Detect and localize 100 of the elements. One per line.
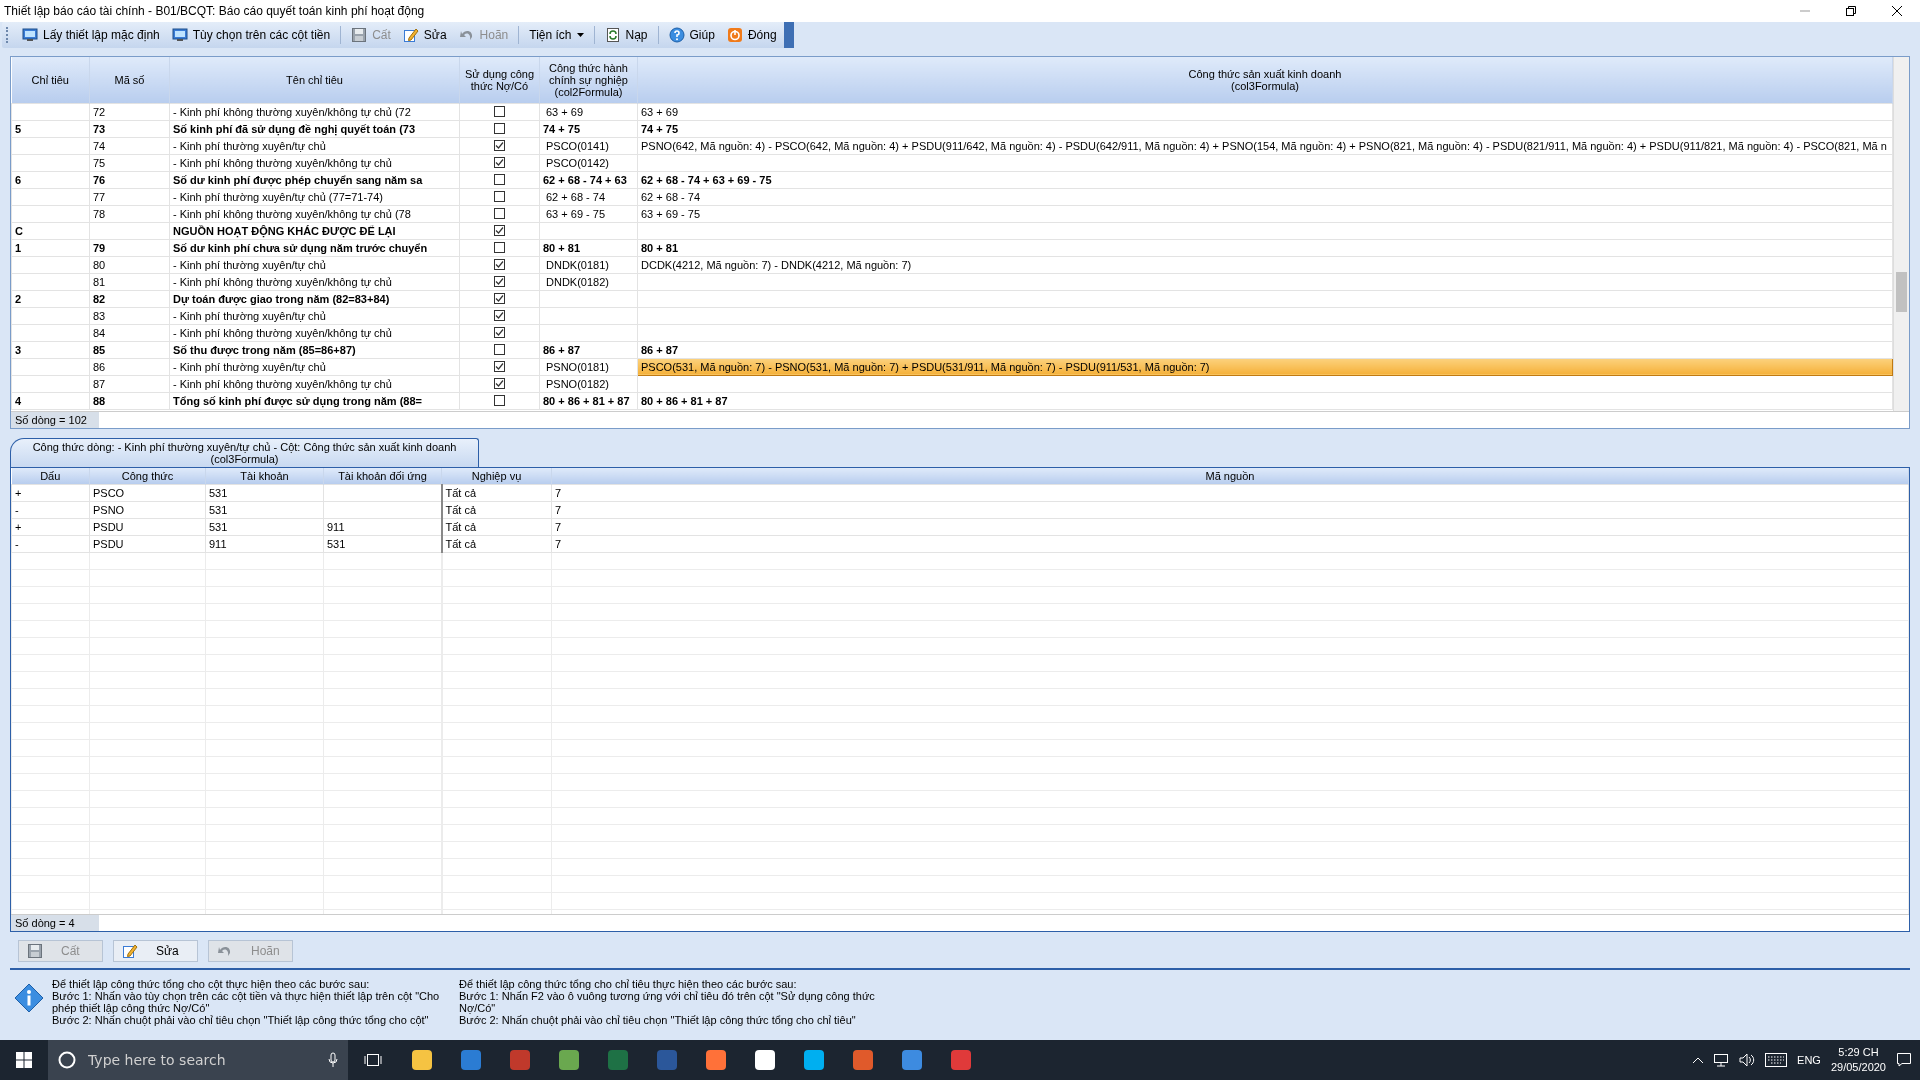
- scrollbar[interactable]: [1893, 57, 1909, 411]
- table-cell: - Kinh phí thường xuyên/tự chủ (77=71-74): [169, 188, 460, 205]
- table-cell[interactable]: [637, 273, 1893, 290]
- utilities-dropdown[interactable]: Tiện ích: [524, 26, 589, 44]
- table-cell: PSNO(0181): [539, 358, 638, 375]
- table-cell[interactable]: 80 + 86 + 81 + 87: [637, 392, 1893, 409]
- table-cell: Dự toán được giao trong năm (82=83+84): [169, 290, 460, 307]
- checkbox[interactable]: [494, 242, 505, 253]
- checkbox[interactable]: [494, 344, 505, 355]
- table-cell: DNDK(0181): [539, 256, 638, 273]
- table-cell[interactable]: 62 + 68 - 74: [637, 188, 1893, 205]
- close-icon: [1892, 6, 1902, 16]
- table-cell[interactable]: 62 + 68 - 74 + 63 + 69 - 75: [637, 171, 1893, 188]
- table-cell[interactable]: 80 + 81: [637, 239, 1893, 256]
- table-cell[interactable]: [637, 324, 1893, 341]
- table-cell: -: [11, 535, 90, 552]
- search-field[interactable]: Type here to search: [86, 1051, 318, 1069]
- column-header[interactable]: Công thức sản xuất kinh doanh (col3Formula): [637, 57, 1893, 103]
- toolbar-button[interactable]: Đóng: [721, 25, 782, 45]
- toolbar-button[interactable]: Nạp: [599, 25, 653, 45]
- table-cell[interactable]: 86 + 87: [637, 341, 1893, 358]
- app-icon: [508, 1049, 531, 1071]
- table-cell: 2: [11, 290, 90, 307]
- formula-tab[interactable]: Công thức dòng: - Kinh phí thường xuyên/tự chủ - Cột: Công thức sản xuất kinh doanh (col3Formula): [10, 438, 479, 467]
- table-cell[interactable]: [637, 290, 1893, 307]
- checkbox[interactable]: [494, 293, 505, 304]
- table-cell: PSNO(0182): [539, 375, 638, 392]
- column-header[interactable]: Mã nguồn: [551, 468, 1909, 484]
- caret-up-icon[interactable]: [1693, 1057, 1704, 1063]
- table-cell[interactable]: 63 + 69 - 75: [637, 205, 1893, 222]
- table-cell[interactable]: DCDK(4212, Mã nguồn: 7) - DNDK(4212, Mã nguồn: 7): [637, 256, 1893, 273]
- table-cell[interactable]: 63 + 69: [637, 103, 1893, 120]
- table-cell: 73: [89, 120, 170, 137]
- table-cell: 80 + 81: [539, 239, 638, 256]
- checkbox[interactable]: [494, 327, 505, 338]
- checkbox[interactable]: [494, 208, 505, 219]
- help-text: Bước 1: Nhấn vào tùy chọn trên các cột tiền và thực hiện thiết lập trên cột "Cho phép thiết lập công thức Nợ/Có": [52, 990, 441, 1014]
- checkbox[interactable]: [494, 157, 505, 168]
- column-header[interactable]: Tên chỉ tiêu: [169, 57, 460, 103]
- toolbar-button[interactable]: Tùy chọn trên các cột tiền: [166, 25, 336, 45]
- checkbox[interactable]: [494, 140, 505, 151]
- table-cell[interactable]: [637, 222, 1893, 239]
- checkbox[interactable]: [494, 395, 505, 406]
- table-cell[interactable]: PSNO(642, Mã nguồn: 4) - PSCO(642, Mã nguồn: 4) + PSDU(911/642, Mã nguồn: 4) - PSDU(642/911, Mã nguồn: 4) + PSNO(154, Mã nguồn: 4) + PSNO(821, Mã nguồn: 4) - PSDU(821/911, Mã nguồn: 4) + PSDU(911/821, Mã nguồn: 4) - PSCO(821, Mã n: [637, 137, 1893, 154]
- table-cell: 76: [89, 171, 170, 188]
- overflow-button[interactable]: [783, 22, 794, 48]
- column-header[interactable]: Sử dụng công thức Nợ/Có: [459, 57, 540, 103]
- checkbox[interactable]: [494, 310, 505, 321]
- table-cell: 72: [89, 103, 170, 120]
- column-header[interactable]: Dấu: [11, 468, 90, 484]
- notification-icon[interactable]: [1896, 1052, 1912, 1068]
- form-button[interactable]: Sửa: [113, 940, 198, 962]
- search-bar[interactable]: Type here to search: [48, 1040, 348, 1080]
- table-cell: 78: [89, 205, 170, 222]
- checkbox[interactable]: [494, 106, 505, 117]
- table-cell[interactable]: 74 + 75: [637, 120, 1893, 137]
- table-cell: Số kinh phí đã sử dụng đề nghị quyết toán (73: [169, 120, 460, 137]
- row-count: Số dòng = 102: [11, 412, 99, 428]
- checkbox[interactable]: [494, 276, 505, 287]
- pencil-icon: [122, 943, 138, 959]
- table-cell: 84: [89, 324, 170, 341]
- column-header[interactable]: Nghiệp vụ: [441, 468, 552, 484]
- app-icon: [557, 1049, 580, 1071]
- row-count: Số dòng = 4: [11, 915, 99, 931]
- table-cell[interactable]: [637, 154, 1893, 171]
- app-icon: [704, 1049, 727, 1071]
- clock[interactable]: 5:29 CH 29/05/2020: [1830, 1045, 1886, 1075]
- table-cell: 77: [89, 188, 170, 205]
- column-header[interactable]: Tài khoản: [205, 468, 324, 484]
- checkbox[interactable]: [494, 123, 505, 134]
- table-cell: 86 + 87: [539, 341, 638, 358]
- keyboard-icon[interactable]: [1765, 1053, 1788, 1067]
- checkbox[interactable]: [494, 378, 505, 389]
- windows-logo-icon: [16, 1052, 32, 1068]
- column-header[interactable]: Tài khoản đối ứng: [323, 468, 442, 484]
- table-cell[interactable]: [637, 307, 1893, 324]
- speaker-icon[interactable]: [1739, 1053, 1756, 1067]
- column-header[interactable]: Công thức hành chính sự nghiệp (col2Formula): [539, 57, 638, 103]
- column-header[interactable]: Mã số: [89, 57, 170, 103]
- table-cell: 7: [551, 535, 1909, 552]
- table-cell: 63 + 69 - 75: [539, 205, 638, 222]
- table-cell[interactable]: [637, 375, 1893, 392]
- language-indicator[interactable]: ENG: [1797, 1054, 1821, 1066]
- checkbox[interactable]: [494, 174, 505, 185]
- checkbox[interactable]: [494, 225, 505, 236]
- checkbox[interactable]: [494, 191, 505, 202]
- column-header[interactable]: Chỉ tiêu: [11, 57, 90, 103]
- toolbar-button[interactable]: Giúp: [663, 25, 720, 45]
- table-cell: Tất cả: [441, 484, 552, 501]
- checkbox[interactable]: [494, 259, 505, 270]
- table-cell: - Kinh phí không thường xuyên/không tự chủ: [169, 375, 460, 392]
- toolbar-button[interactable]: Sửa: [397, 25, 452, 45]
- table-cell: - Kinh phí thường xuyên/tự chủ: [169, 256, 460, 273]
- table-cell: 531: [205, 518, 324, 535]
- table-cell: +: [11, 518, 90, 535]
- column-header[interactable]: Công thức: [89, 468, 206, 484]
- toolbar-button[interactable]: Lấy thiết lập mặc định: [17, 25, 165, 45]
- network-icon[interactable]: [1713, 1053, 1730, 1067]
- pencil-icon: [402, 27, 419, 43]
- checkbox[interactable]: [494, 361, 505, 372]
